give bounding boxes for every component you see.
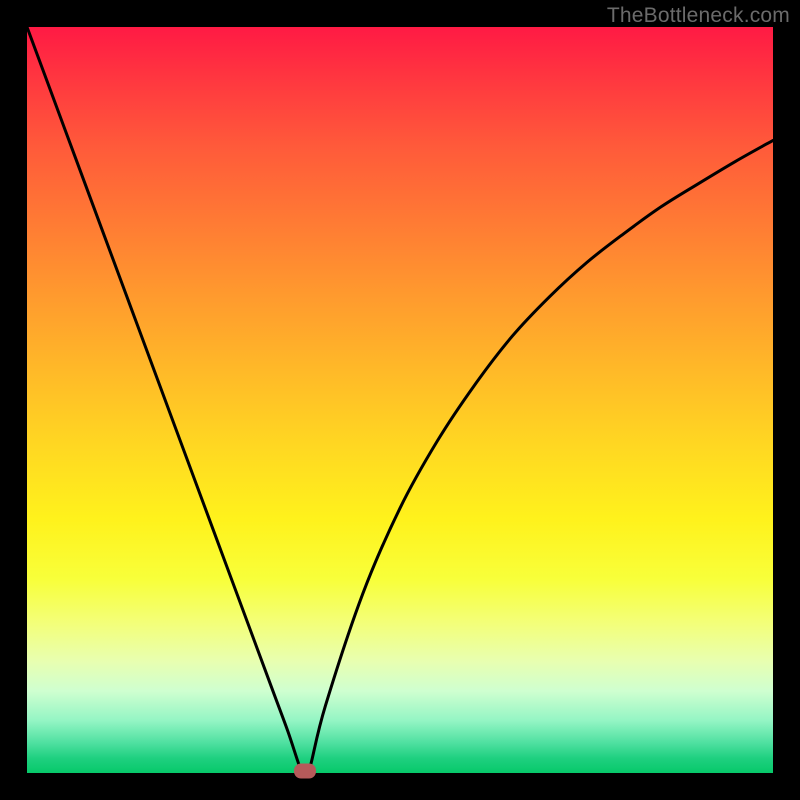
- watermark-text: TheBottleneck.com: [607, 4, 790, 28]
- optimal-point-marker: [294, 763, 316, 778]
- chart-svg: [27, 27, 773, 773]
- bottleneck-curve: [27, 27, 773, 772]
